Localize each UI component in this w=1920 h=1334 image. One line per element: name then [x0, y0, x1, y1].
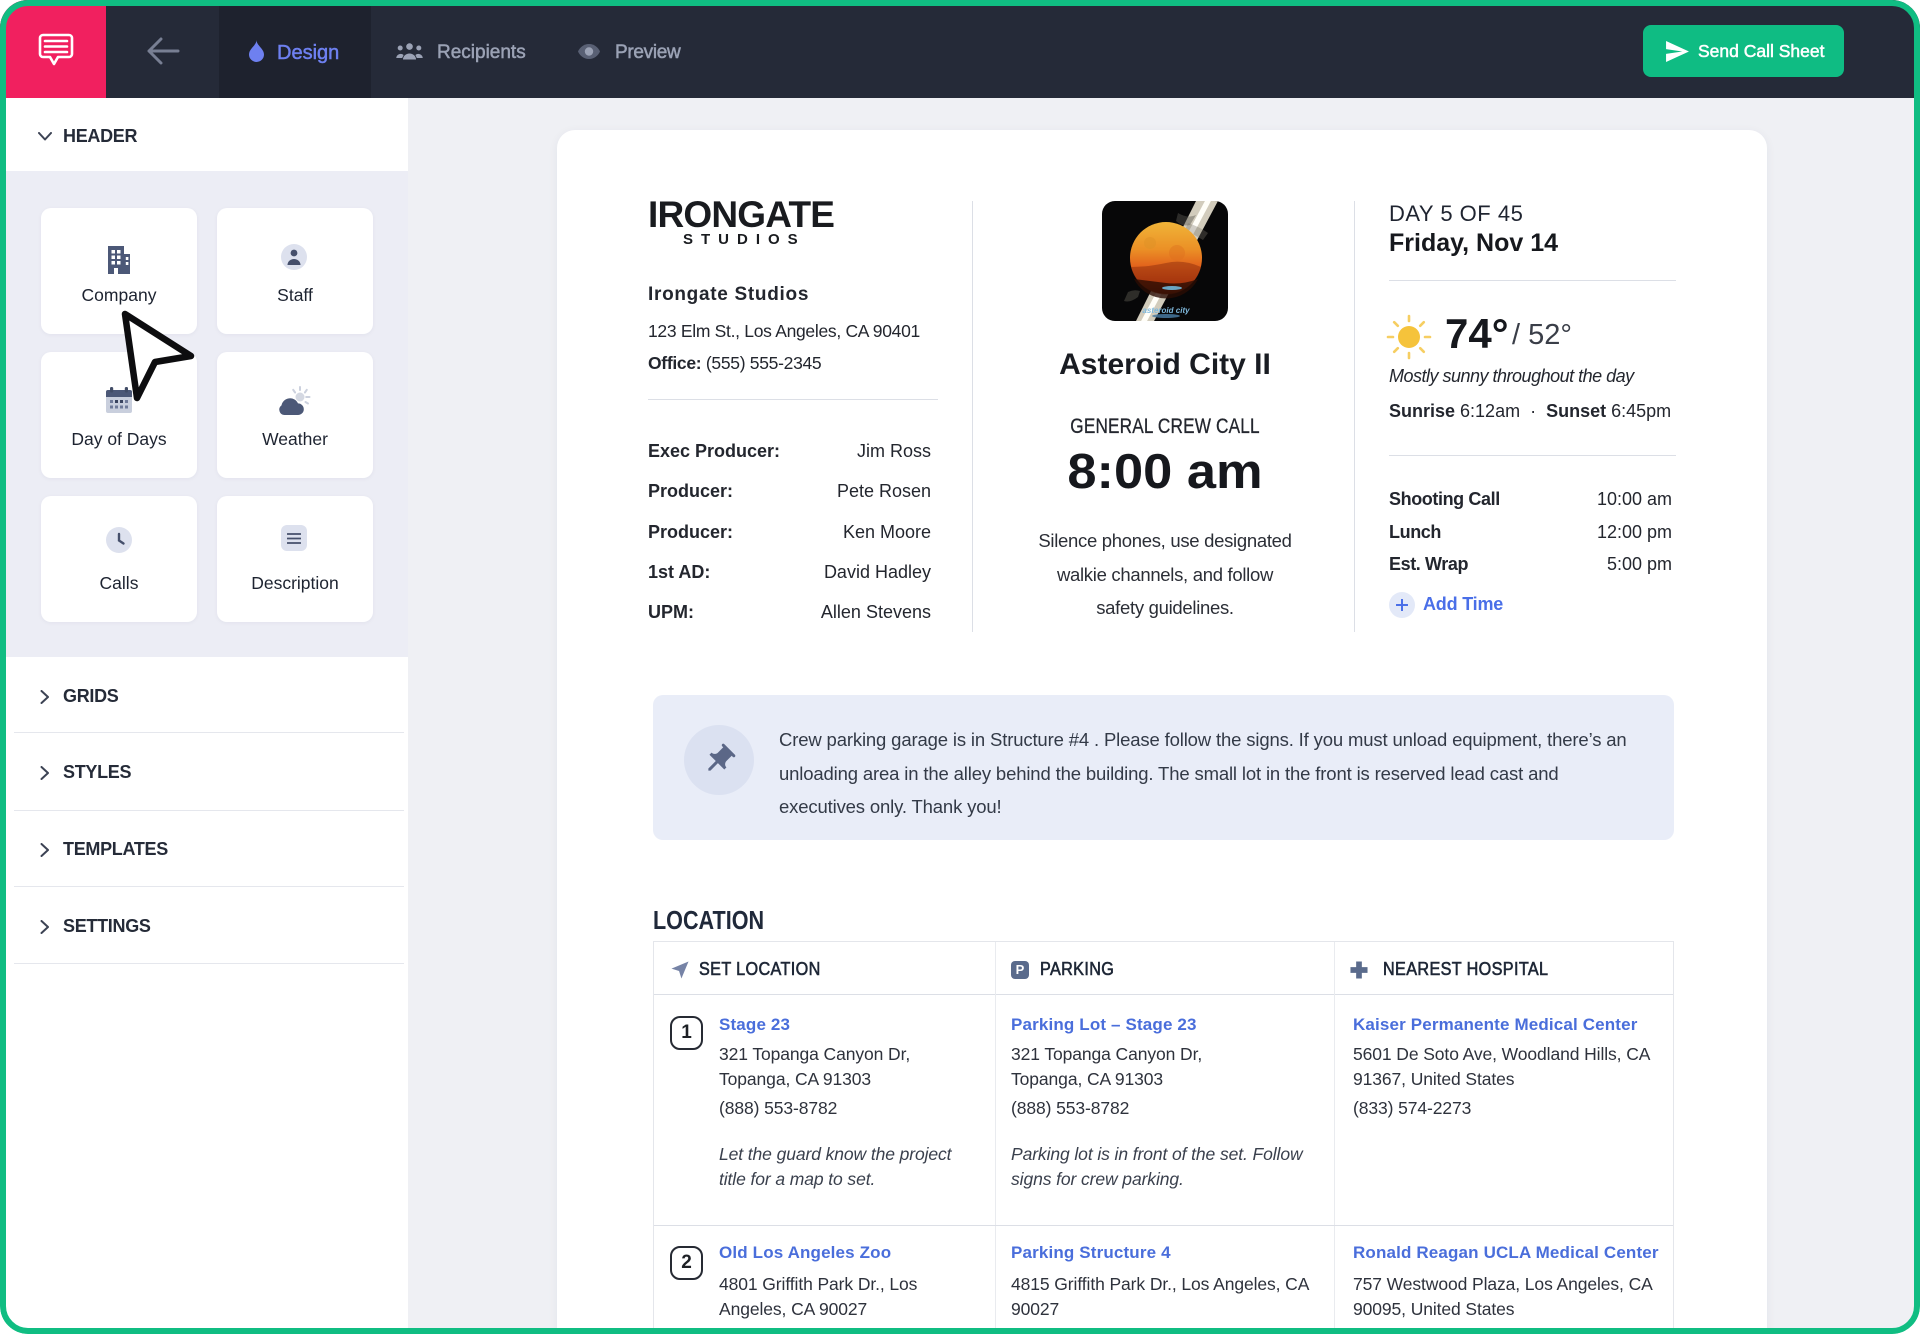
svg-text:asteroid city: asteroid city: [1142, 306, 1190, 315]
